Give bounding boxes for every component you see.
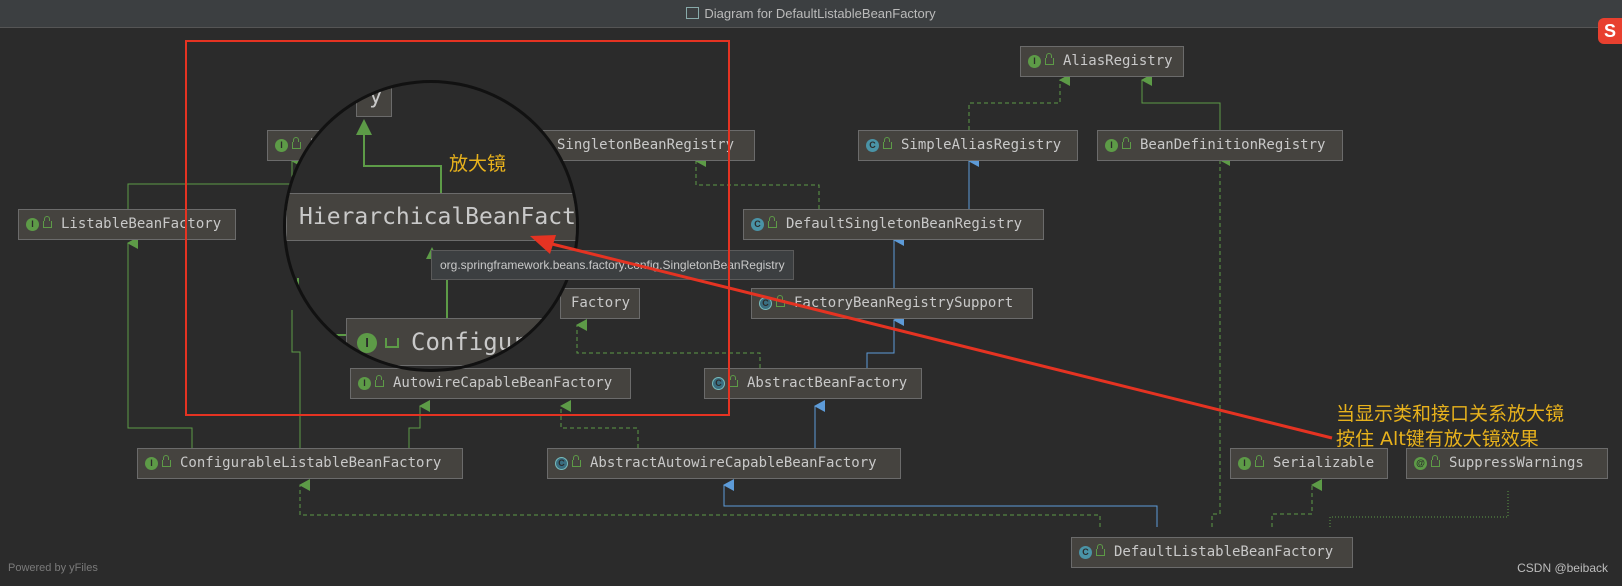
node-abstract-bean-factory[interactable]: C AbstractBeanFactory <box>704 368 922 399</box>
node-bean-definition-registry[interactable]: I BeanDefinitionRegistry <box>1097 130 1343 161</box>
lock-icon <box>43 216 52 228</box>
interface-icon: I <box>1105 139 1118 152</box>
lock-icon <box>1255 455 1264 467</box>
node-abstract-autowire-capable-bean-factory[interactable]: C AbstractAutowireCapableBeanFactory <box>547 448 901 479</box>
node-configurable-listable-bean-factory[interactable]: I ConfigurableListableBeanFactory <box>137 448 463 479</box>
lock-icon <box>883 137 892 149</box>
lock-icon <box>776 295 785 307</box>
node-suppress-warnings[interactable]: @ SuppressWarnings <box>1406 448 1608 479</box>
lock-icon <box>1122 137 1131 149</box>
csdn-watermark: CSDN @beiback <box>1517 561 1608 575</box>
edge-dlbf-aacbf <box>723 479 1158 527</box>
highlight-box <box>185 40 730 416</box>
edge-dlbf-bdr <box>1211 154 1230 527</box>
interface-icon: I <box>1028 55 1041 68</box>
lock-icon <box>729 375 738 387</box>
edge-abf-fbrs <box>866 314 904 368</box>
edge-clbf-listable <box>127 237 193 448</box>
annotation-note: 当显示类和接口关系放大镜 按住 Alt键有放大镜效果 <box>1336 403 1565 450</box>
node-serializable[interactable]: I Serializable <box>1230 448 1388 479</box>
lock-icon <box>1431 455 1440 467</box>
lock-icon <box>162 455 171 467</box>
interface-icon: I <box>145 457 158 470</box>
edge-dlbf-suppress <box>1329 490 1509 527</box>
magnifier-label: 放大镜 <box>449 153 507 175</box>
lock-icon <box>1045 53 1054 65</box>
annotation-icon: @ <box>1414 457 1427 470</box>
class-icon: C <box>1079 546 1092 559</box>
class-icon: C <box>751 218 764 231</box>
edge-dlbf-serializable <box>1271 479 1322 527</box>
interface-icon: I <box>26 218 39 231</box>
edge-simplealias-alias <box>968 74 1070 130</box>
lock-icon <box>1096 544 1105 556</box>
edge-bdr-alias <box>1141 74 1221 130</box>
powered-by: Powered by yFiles <box>8 562 98 574</box>
lock-icon <box>572 455 581 467</box>
node-factory-bean-registry-support[interactable]: C FactoryBeanRegistrySupport <box>751 288 1033 319</box>
node-alias-registry[interactable]: I AliasRegistry <box>1020 46 1184 77</box>
node-default-listable-bean-factory[interactable]: C DefaultListableBeanFactory <box>1071 537 1353 568</box>
node-default-singleton-bean-registry[interactable]: C DefaultSingletonBeanRegistry <box>743 209 1044 240</box>
lock-icon <box>768 216 777 228</box>
class-icon: C <box>866 139 879 152</box>
abstract-class-icon: C <box>759 297 772 310</box>
interface-icon: I <box>1238 457 1251 470</box>
abstract-class-icon: C <box>555 457 568 470</box>
node-simple-alias-registry[interactable]: C SimpleAliasRegistry <box>858 130 1078 161</box>
